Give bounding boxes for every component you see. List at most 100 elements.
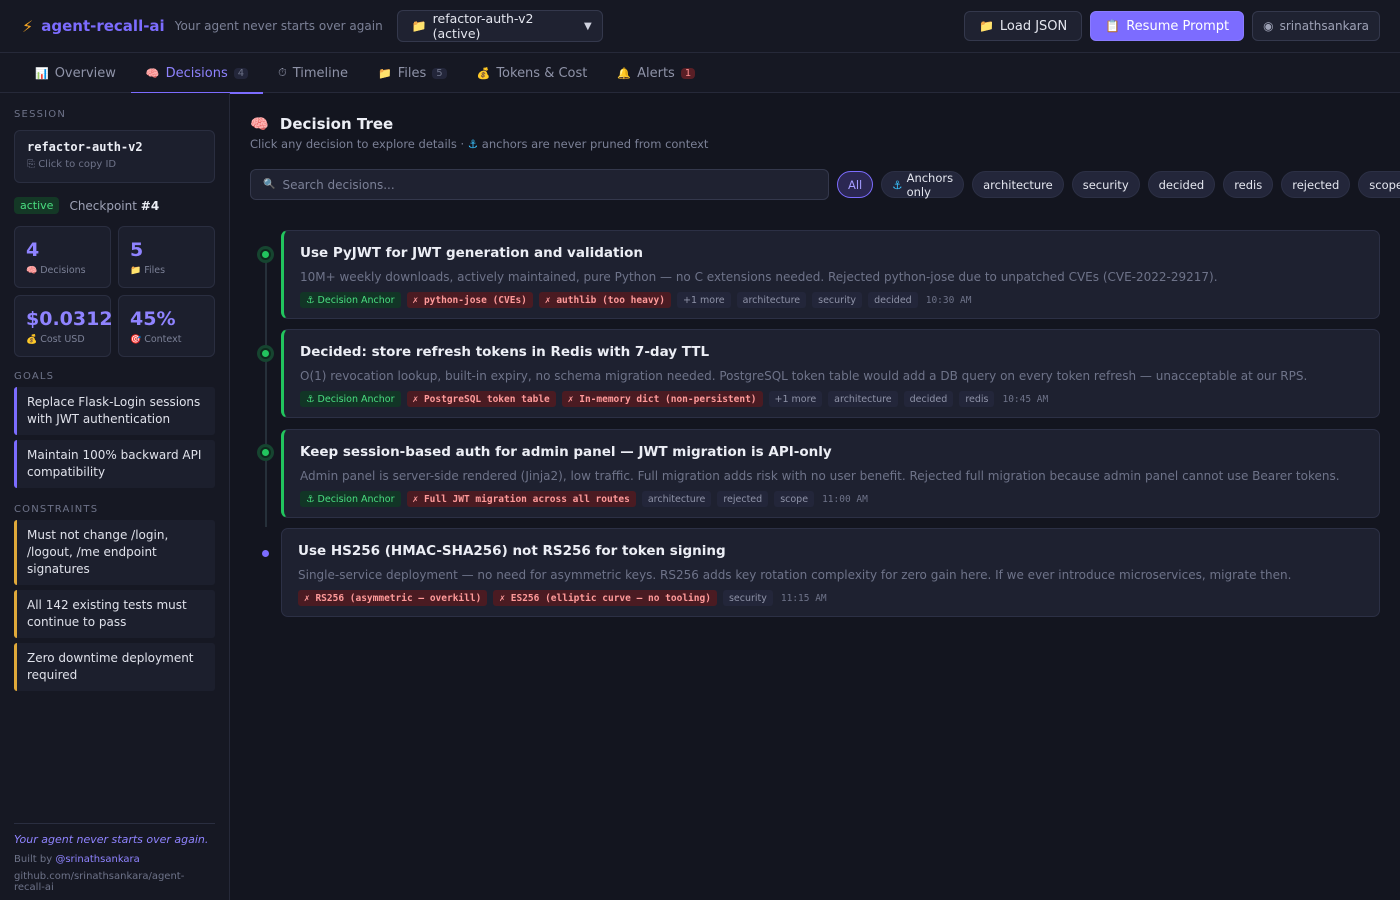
money-bag-icon: 💰 xyxy=(476,66,491,80)
filter-decided[interactable]: decided xyxy=(1147,171,1216,198)
decision-time: 11:00 AM xyxy=(822,493,868,505)
brain-icon: 🧠 xyxy=(250,115,269,133)
app-name[interactable]: agent-recall-ai xyxy=(41,17,164,35)
filter-chips: All ⚓ Anchors only architecture security … xyxy=(837,170,1400,199)
stat-value: $0.0312 xyxy=(26,308,113,330)
load-json-button[interactable]: 📁 Load JSON xyxy=(963,11,1083,41)
tab-label: Decisions xyxy=(165,65,228,81)
search-input[interactable]: 🔍 Search decisions... xyxy=(250,169,829,200)
stat-label-wrap: 💰 Cost USD xyxy=(26,334,99,345)
built-by-prefix: Built by xyxy=(14,854,53,865)
sidebar-footer: Your agent never starts over again. Buil… xyxy=(14,823,215,893)
tab-label: Timeline xyxy=(292,65,348,81)
decision-tag: decided xyxy=(903,391,954,407)
tab-decisions[interactable]: 🧠 Decisions 4 xyxy=(130,53,264,94)
stat-decisions: 4 🧠 Decisions xyxy=(14,226,111,288)
decision-tag: security xyxy=(722,590,773,606)
decision-title: Keep session-based auth for admin panel … xyxy=(300,444,832,460)
anchor-icon: ⚓ xyxy=(306,493,318,505)
page-title: 🧠 Decision Tree xyxy=(250,115,393,133)
goal-item: Replace Flask-Login sessions with JWT au… xyxy=(14,387,215,435)
stat-value: 45% xyxy=(130,308,176,330)
tab-label: Overview xyxy=(54,65,116,81)
stat-cost: $0.0312 💰 Cost USD xyxy=(14,295,113,357)
decision-tag: security xyxy=(812,292,863,308)
decision-title: Use HS256 (HMAC-SHA256) not RS256 for to… xyxy=(298,543,726,559)
brain-icon: 🧠 xyxy=(26,266,38,276)
anchor-label: Decision Anchor xyxy=(317,294,395,306)
rejected-alternative: ✗ python-jose (CVEs) xyxy=(406,292,533,308)
bell-icon: 🔔 xyxy=(617,66,632,80)
resume-prompt-label: Resume Prompt xyxy=(1126,18,1230,34)
filter-redis[interactable]: redis xyxy=(1223,171,1274,198)
stat-label-wrap: 🎯 Context xyxy=(130,334,203,345)
stat-label-wrap: 🧠 Decisions xyxy=(26,265,99,276)
decision-title: Decided: store refresh tokens in Redis w… xyxy=(300,344,710,360)
resume-prompt-button[interactable]: 📋 Resume Prompt xyxy=(1090,11,1245,41)
stat-label: Decisions xyxy=(40,265,86,276)
anchor-label: Decision Anchor xyxy=(317,493,395,505)
decision-card[interactable]: Use PyJWT for JWT generation and validat… xyxy=(281,230,1380,319)
decision-tag: architecture xyxy=(736,292,807,308)
copy-icon: ⎘ xyxy=(27,159,35,170)
decision-description: Admin panel is server-side rendered (Jin… xyxy=(300,469,1340,483)
stat-value: 5 xyxy=(130,239,144,261)
tab-tokens-cost[interactable]: 💰 Tokens & Cost xyxy=(462,53,603,93)
page-subtitle: Click any decision to explore details · … xyxy=(250,137,708,151)
tab-timeline[interactable]: ⏱ Timeline xyxy=(263,53,363,93)
filter-scope[interactable]: scope xyxy=(1358,171,1400,198)
goal-item: Maintain 100% backward API compatibility xyxy=(14,440,215,488)
filter-anchors-only[interactable]: ⚓ Anchors only xyxy=(881,170,965,199)
github-link[interactable]: ◉ srinathsankara xyxy=(1252,11,1380,41)
decision-description: O(1) revocation lookup, built-in expiry,… xyxy=(300,369,1308,383)
footer-repo-url[interactable]: github.com/srinathsankara/agent-recall-a… xyxy=(14,871,215,893)
session-select-value: refactor-auth-v2 (active) xyxy=(432,11,534,41)
session-id-box[interactable]: refactor-auth-v2 ⎘ Click to copy ID xyxy=(14,130,215,183)
filter-rejected[interactable]: rejected xyxy=(1281,171,1351,198)
decision-tags: ✗ RS256 (asymmetric — overkill) ✗ ES256 … xyxy=(298,590,1363,606)
subtitle-suffix: anchors are never pruned from context xyxy=(481,137,709,151)
alerts-count-badge: 1 xyxy=(680,67,696,79)
stat-label: Files xyxy=(144,265,166,276)
filter-architecture[interactable]: architecture xyxy=(972,171,1064,198)
anchor-icon: ⚓ xyxy=(467,137,479,151)
status-badge: active xyxy=(14,197,60,214)
decision-tag: scope xyxy=(774,491,815,507)
anchor-dot xyxy=(260,447,271,458)
more-alternatives[interactable]: +1 more xyxy=(677,292,731,308)
tab-count: 4 xyxy=(233,67,249,79)
decision-title: Use PyJWT for JWT generation and validat… xyxy=(300,245,643,261)
clipboard-icon: 📋 xyxy=(1105,19,1121,33)
tab-label: Files xyxy=(397,65,427,81)
filter-security[interactable]: security xyxy=(1071,171,1140,198)
tab-alerts[interactable]: 🔔 Alerts 1 xyxy=(602,53,710,93)
goals-list: Replace Flask-Login sessions with JWT au… xyxy=(14,387,215,488)
stat-files: 5 📁 Files xyxy=(118,226,215,288)
decision-card[interactable]: Decided: store refresh tokens in Redis w… xyxy=(281,329,1380,418)
decision-card[interactable]: Use HS256 (HMAC-SHA256) not RS256 for to… xyxy=(281,528,1380,617)
constraint-item: All 142 existing tests must continue to … xyxy=(14,590,215,638)
chip-label: Anchors only xyxy=(906,170,954,199)
author-link[interactable]: @srinathsankara xyxy=(55,854,139,865)
more-alternatives[interactable]: +1 more xyxy=(768,391,823,407)
decision-tag: rejected xyxy=(717,491,769,507)
tab-overview[interactable]: 📊 Overview xyxy=(20,53,131,93)
session-select[interactable]: 📁 refactor-auth-v2 (active) ▼ xyxy=(396,10,603,42)
brain-icon: 🧠 xyxy=(145,66,160,80)
footer-tagline: Your agent never starts over again. xyxy=(14,833,209,846)
stat-label: Cost USD xyxy=(40,334,85,345)
tab-label: Tokens & Cost xyxy=(496,65,588,81)
copy-id-hint: ⎘ Click to copy ID xyxy=(27,159,202,170)
decision-anchor-badge: ⚓ Decision Anchor xyxy=(300,391,401,407)
rejected-alternative: ✗ In-memory dict (non-persistent) xyxy=(561,391,763,407)
anchor-dot xyxy=(260,249,271,260)
stat-context: 45% 🎯 Context xyxy=(118,295,215,357)
anchor-icon: ⚓ xyxy=(306,294,318,306)
stat-value: 4 xyxy=(26,239,40,261)
decision-card[interactable]: Keep session-based auth for admin panel … xyxy=(281,429,1380,518)
folder-icon: 📁 xyxy=(378,66,392,80)
decision-tag: redis xyxy=(959,391,995,407)
tab-files[interactable]: 📁 Files 5 xyxy=(363,53,462,93)
decision-time: 11:15 AM xyxy=(780,592,827,604)
filter-all[interactable]: All xyxy=(837,171,874,198)
